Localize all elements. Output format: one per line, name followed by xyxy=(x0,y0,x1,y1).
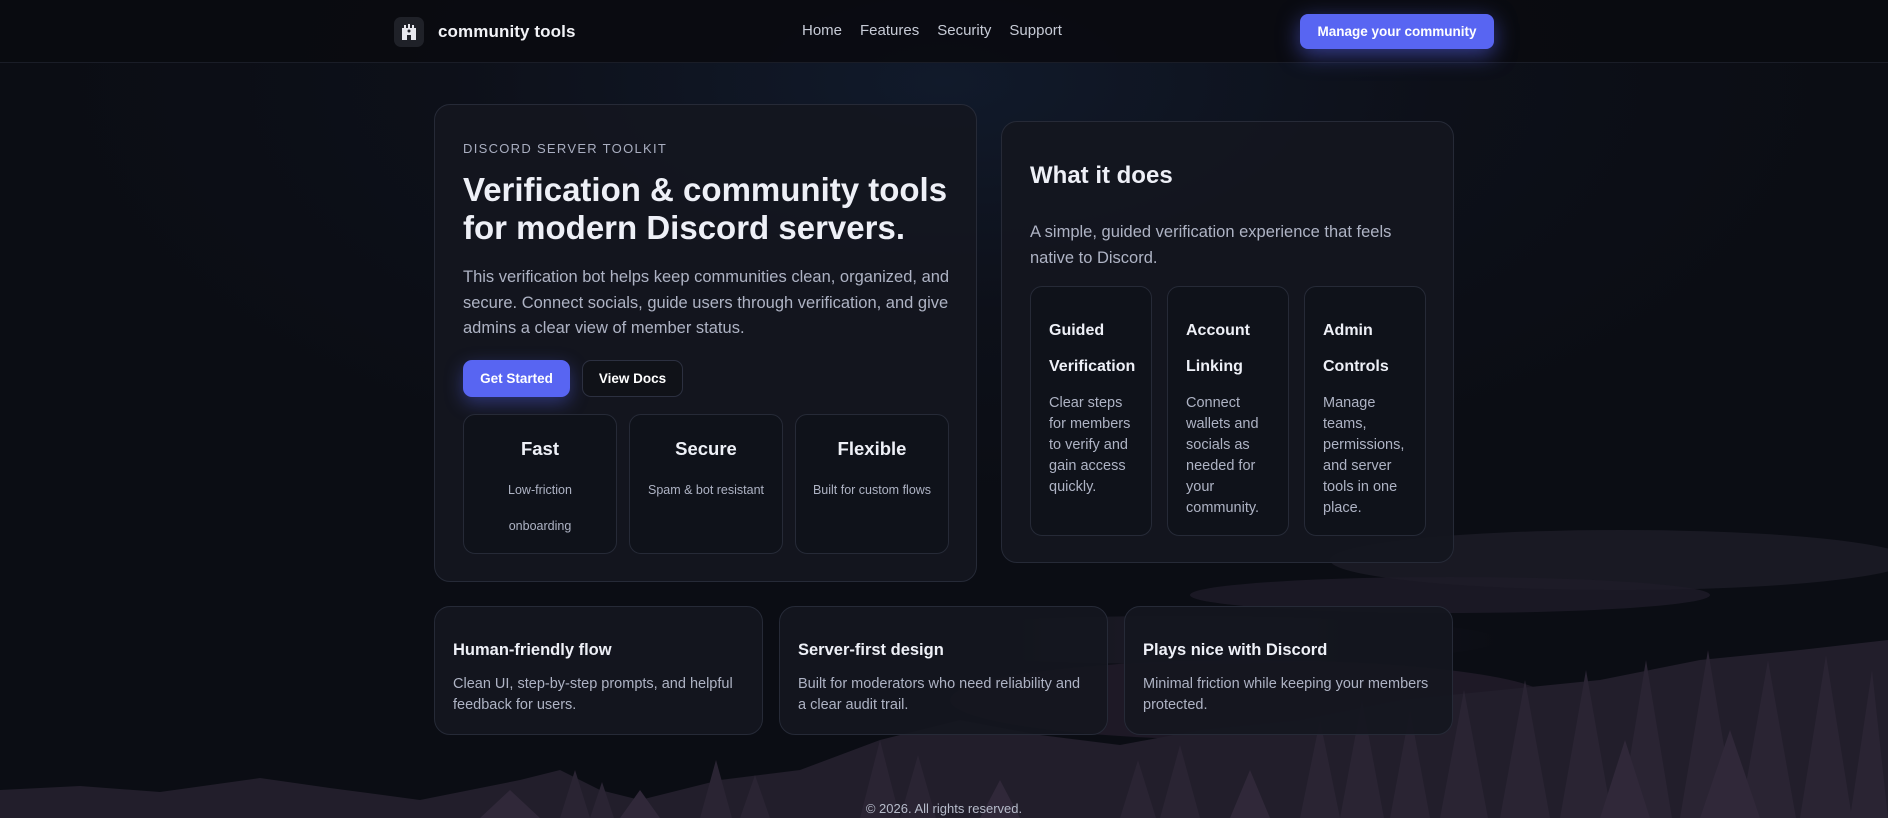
feature-card-guided-verification: Guided Verification Clear steps for memb… xyxy=(1030,286,1152,536)
what-it-does-card: What it does A simple, guided verificati… xyxy=(1001,121,1454,563)
highlight-title: Human-friendly flow xyxy=(453,641,612,659)
stat-description: Built for custom flows xyxy=(812,483,932,497)
get-started-button[interactable]: Get Started xyxy=(463,360,570,397)
hero-description: This verification bot helps keep communi… xyxy=(463,268,950,337)
castle-icon xyxy=(394,17,424,47)
hero-eyebrow: DISCORD SERVER TOOLKIT xyxy=(463,141,668,156)
highlight-card-plays-nice: Plays nice with Discord Minimal friction… xyxy=(1124,606,1453,735)
stat-card-secure: Secure Spam & bot resistant xyxy=(629,414,783,554)
highlight-title: Plays nice with Discord xyxy=(1143,641,1328,659)
feature-title: Guided Verification xyxy=(1049,322,1136,375)
feature-title: Admin Controls xyxy=(1323,322,1389,375)
what-description: A simple, guided verification experience… xyxy=(1030,223,1392,267)
feature-card-admin-controls: Admin Controls Manage teams, permissions… xyxy=(1304,286,1426,536)
highlight-description: Built for moderators who need reliabilit… xyxy=(798,676,1081,713)
what-title: What it does xyxy=(1030,162,1173,189)
brand[interactable]: community tools xyxy=(394,17,576,47)
highlight-title: Server-first design xyxy=(798,641,944,659)
feature-description: Manage teams, permissions, and server to… xyxy=(1323,395,1405,516)
main-nav: Home Features Security Support xyxy=(802,22,1062,39)
nav-link-features[interactable]: Features xyxy=(860,22,919,39)
highlight-description: Clean UI, step-by-step prompts, and help… xyxy=(453,676,733,713)
footer-copyright: © 2026. All rights reserved. xyxy=(865,801,1023,816)
stat-title: Flexible xyxy=(837,438,907,459)
feature-card-account-linking: Account Linking Connect wallets and soci… xyxy=(1167,286,1289,536)
highlight-card-server-first: Server-first design Built for moderators… xyxy=(779,606,1108,735)
stat-title: Secure xyxy=(675,438,737,459)
stat-description: Low-friction onboarding xyxy=(508,483,572,533)
manage-community-button[interactable]: Manage your community xyxy=(1300,14,1494,49)
nav-link-support[interactable]: Support xyxy=(1009,22,1062,39)
stat-card-flexible: Flexible Built for custom flows xyxy=(795,414,949,554)
nav-link-security[interactable]: Security xyxy=(937,22,991,39)
highlight-description: Minimal friction while keeping your memb… xyxy=(1143,676,1429,713)
feature-description: Clear steps for members to verify and ga… xyxy=(1049,395,1131,495)
top-navbar: community tools Home Features Security S… xyxy=(0,0,1888,63)
brand-name: community tools xyxy=(438,22,576,41)
feature-description: Connect wallets and socials as needed fo… xyxy=(1186,395,1260,516)
nav-link-home[interactable]: Home xyxy=(802,22,842,39)
stat-description: Spam & bot resistant xyxy=(647,483,765,497)
hero-card: DISCORD SERVER TOOLKIT Verification & co… xyxy=(434,104,977,582)
feature-title: Account Linking xyxy=(1186,322,1250,375)
hero-title: Verification & community tools for moder… xyxy=(463,171,948,246)
highlight-card-human-friendly: Human-friendly flow Clean UI, step-by-st… xyxy=(434,606,763,735)
stat-card-fast: Fast Low-friction onboarding xyxy=(463,414,617,554)
view-docs-button[interactable]: View Docs xyxy=(582,360,683,397)
stat-title: Fast xyxy=(520,438,560,459)
